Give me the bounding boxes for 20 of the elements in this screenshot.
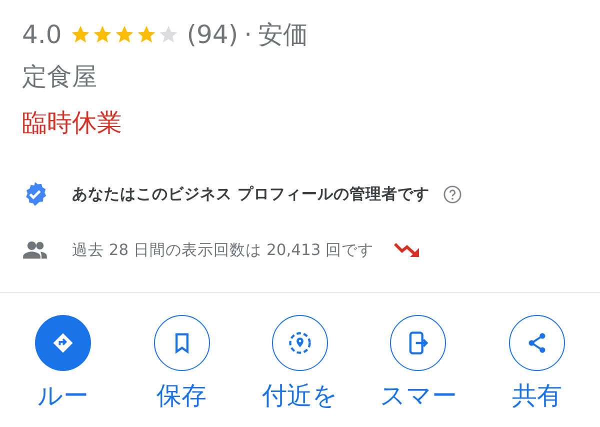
separator-dot: · bbox=[244, 20, 252, 48]
action-button[interactable]: 保存 bbox=[126, 315, 237, 412]
action-button[interactable]: 共有 bbox=[482, 315, 592, 412]
star-icon bbox=[92, 24, 113, 44]
location-pin-icon bbox=[286, 330, 313, 356]
star-icon bbox=[70, 24, 91, 44]
views-count-text: 過去 28 日間の表示回数は 20,413 回です bbox=[72, 240, 374, 260]
rating-score: 4.0 bbox=[22, 20, 62, 48]
admin-notice: あなたはこのビジネス プロフィールの管理者です bbox=[72, 184, 430, 204]
price-level: 安価 bbox=[258, 18, 308, 50]
action-button[interactable]: 付近を bbox=[244, 315, 355, 412]
help-icon[interactable] bbox=[443, 184, 462, 204]
star-icon bbox=[114, 24, 135, 44]
star-icon bbox=[158, 24, 179, 44]
action-button[interactable]: スマー bbox=[363, 315, 474, 412]
star-icon bbox=[136, 24, 157, 44]
action-button[interactable]: ルー bbox=[8, 315, 118, 412]
review-count: (94) bbox=[186, 20, 238, 48]
status-text: 臨時休業 bbox=[22, 107, 123, 139]
category-text: 定食屋 bbox=[22, 61, 98, 93]
